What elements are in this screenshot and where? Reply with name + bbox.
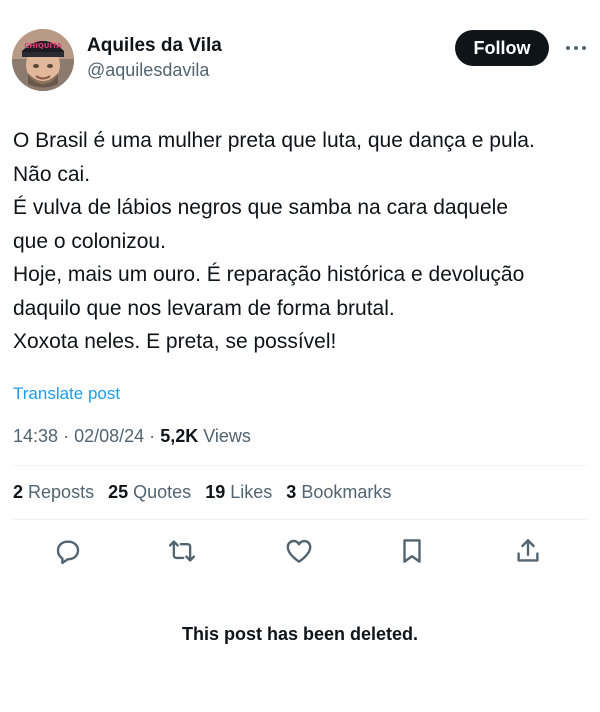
translate-post-link[interactable]: Translate post bbox=[13, 383, 120, 405]
bookmarks-stat[interactable]: 3 Bookmarks bbox=[286, 481, 391, 503]
post-text: O Brasil é uma mulher preta que luta, qu… bbox=[13, 124, 593, 359]
likes-label: Likes bbox=[230, 482, 273, 502]
reposts-stat[interactable]: 2 Reposts bbox=[13, 481, 94, 503]
like-icon[interactable] bbox=[284, 536, 314, 566]
repost-icon[interactable] bbox=[167, 536, 197, 566]
reposts-label: Reposts bbox=[28, 482, 95, 502]
post-card: CHIQUITA Aquiles da Vila @aquilesdavila … bbox=[0, 0, 600, 712]
post-text-line: Não cai. bbox=[13, 162, 91, 186]
divider bbox=[12, 465, 588, 466]
reposts-count: 2 bbox=[13, 482, 24, 502]
display-name[interactable]: Aquiles da Vila bbox=[87, 34, 222, 58]
post-text-line: O Brasil é uma mulher preta que luta, qu… bbox=[13, 129, 535, 152]
follow-button[interactable]: Follow bbox=[455, 30, 549, 66]
quotes-label: Quotes bbox=[133, 482, 192, 502]
bookmark-icon[interactable] bbox=[397, 536, 427, 566]
bookmarks-count: 3 bbox=[286, 482, 297, 502]
likes-stat[interactable]: 19 Likes bbox=[205, 481, 272, 503]
post-header: CHIQUITA Aquiles da Vila @aquilesdavila … bbox=[12, 28, 588, 92]
svg-text:CHIQUITA: CHIQUITA bbox=[24, 42, 62, 50]
views-label: Views bbox=[203, 426, 251, 446]
more-options-icon[interactable] bbox=[563, 36, 589, 60]
meta-separator: · bbox=[149, 426, 156, 446]
post-time[interactable]: 14:38 bbox=[13, 426, 58, 446]
divider bbox=[12, 519, 588, 520]
avatar-image: CHIQUITA bbox=[12, 29, 74, 91]
engagement-stats: 2 Reposts 25 Quotes 19 Likes 3 Bookmarks bbox=[13, 481, 400, 503]
post-text-line: que o colonizou. bbox=[13, 229, 166, 253]
handle[interactable]: @aquilesdavila bbox=[87, 58, 222, 82]
quotes-stat[interactable]: 25 Quotes bbox=[108, 481, 191, 503]
post-text-line: daquilo que nos levaram de forma brutal. bbox=[13, 296, 395, 320]
likes-count: 19 bbox=[205, 482, 226, 502]
views-count: 5,2K bbox=[160, 426, 199, 446]
deleted-notice: This post has been deleted. bbox=[181, 624, 419, 644]
share-icon[interactable] bbox=[513, 536, 543, 566]
post-meta: 14:38 · 02/08/24 · 5,2K Views bbox=[13, 425, 251, 447]
post-text-line: Xoxota neles. E preta, se possível! bbox=[13, 330, 337, 353]
bookmarks-label: Bookmarks bbox=[301, 482, 392, 502]
avatar[interactable]: CHIQUITA bbox=[12, 29, 74, 91]
quotes-count: 25 bbox=[108, 482, 129, 502]
meta-separator: · bbox=[63, 426, 70, 446]
post-text-line: Hoje, mais um ouro. É reparação históric… bbox=[13, 263, 525, 286]
post-date[interactable]: 02/08/24 bbox=[74, 426, 144, 446]
author-names: Aquiles da Vila @aquilesdavila bbox=[87, 34, 222, 82]
reply-icon[interactable] bbox=[53, 536, 83, 566]
post-text-line: É vulva de lábios negros que samba na ca… bbox=[13, 196, 508, 219]
